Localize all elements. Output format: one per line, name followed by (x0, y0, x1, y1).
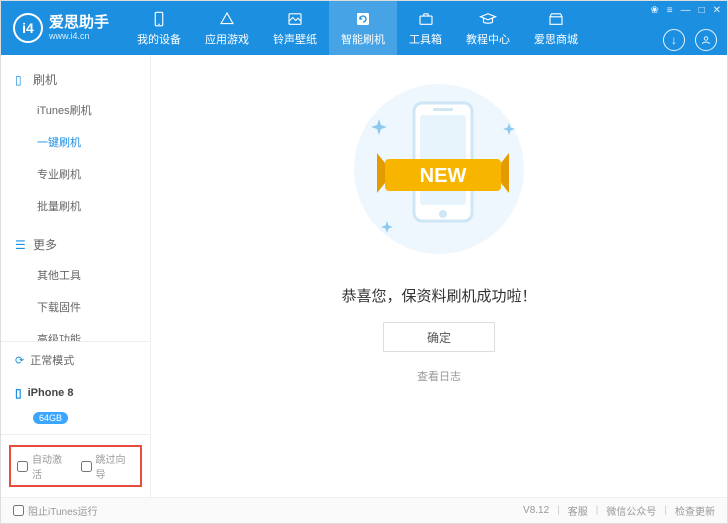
device-name: iPhone 8 (28, 387, 74, 399)
separator: | (596, 505, 599, 516)
sidebar-bottom-options: 自动激活 跳过向导 (1, 434, 150, 497)
skip-wizard-checkbox[interactable]: 跳过向导 (81, 451, 135, 481)
phone-icon (150, 10, 168, 28)
success-illustration: NEW (299, 73, 579, 263)
refresh-icon (354, 10, 372, 28)
version-label: V8.12 (523, 505, 549, 516)
more-icon: ☰ (15, 238, 27, 252)
tab-ring[interactable]: 铃声壁纸 (261, 1, 329, 55)
header-right-icons: ↓ (663, 29, 717, 51)
mode-label: 正常模式 (30, 352, 74, 368)
menu-icon[interactable]: ≡ (667, 5, 673, 16)
sidebar: ▯ 刷机 iTunes刷机 一键刷机 专业刷机 批量刷机 ☰ 更多 其他工具 下… (1, 55, 151, 497)
new-text: NEW (420, 165, 467, 187)
picture-icon (286, 10, 304, 28)
tab-mall-label: 爱思商城 (534, 31, 578, 47)
auto-activate-input[interactable] (17, 461, 28, 472)
ok-button[interactable]: 确定 (383, 322, 495, 352)
sidebar-item-adv[interactable]: 高级功能 (1, 323, 150, 341)
tab-mall[interactable]: 爱思商城 (522, 1, 590, 55)
minimize-button[interactable]: — (681, 5, 691, 16)
graduation-icon (479, 10, 497, 28)
brand-logo: i4 (13, 13, 43, 43)
tab-toolbox-label: 工具箱 (409, 31, 442, 47)
tab-ring-label: 铃声壁纸 (273, 31, 317, 47)
tab-device-label: 我的设备 (137, 31, 181, 47)
window-controls: ❀ ≡ — □ ✕ (650, 5, 721, 16)
wechat-link[interactable]: 微信公众号 (606, 503, 656, 518)
device-storage-badge: 64GB (33, 412, 68, 424)
sidebar-item-other[interactable]: 其他工具 (1, 259, 150, 291)
block-itunes-checkbox[interactable]: 阻止iTunes运行 (13, 503, 98, 518)
tab-apps-label: 应用游戏 (205, 31, 249, 47)
download-icon[interactable]: ↓ (663, 29, 685, 51)
tab-tutorial-label: 教程中心 (466, 31, 510, 47)
sidebar-item-pro[interactable]: 专业刷机 (1, 158, 150, 190)
highlighted-options: 自动激活 跳过向导 (9, 445, 142, 487)
update-link[interactable]: 检查更新 (675, 503, 715, 518)
skip-wizard-label: 跳过向导 (96, 451, 135, 481)
tab-apps[interactable]: 应用游戏 (193, 1, 261, 55)
success-message: 恭喜您，保资料刷机成功啦！ (341, 285, 536, 306)
view-log-link[interactable]: 查看日志 (417, 368, 461, 384)
body: ▯ 刷机 iTunes刷机 一键刷机 专业刷机 批量刷机 ☰ 更多 其他工具 下… (1, 55, 727, 497)
brand-url: www.i4.cn (49, 32, 109, 41)
auto-activate-label: 自动激活 (32, 451, 71, 481)
support-link[interactable]: 客服 (568, 503, 588, 518)
brand-text: 爱思助手 www.i4.cn (49, 15, 109, 41)
device-icon: ▯ (15, 386, 22, 400)
sidebar-item-batch[interactable]: 批量刷机 (1, 190, 150, 222)
auto-activate-checkbox[interactable]: 自动激活 (17, 451, 71, 481)
toolbox-icon (417, 10, 435, 28)
apps-icon (218, 10, 236, 28)
tab-tutorial[interactable]: 教程中心 (454, 1, 522, 55)
title-bar: i4 爱思助手 www.i4.cn 我的设备 应用游戏 铃声壁纸 智能刷机 (1, 1, 727, 55)
top-nav: 我的设备 应用游戏 铃声壁纸 智能刷机 工具箱 教程中心 (125, 1, 590, 55)
mode-row[interactable]: ⟳ 正常模式 (1, 342, 150, 378)
tab-flash[interactable]: 智能刷机 (329, 1, 397, 55)
tab-device[interactable]: 我的设备 (125, 1, 193, 55)
refresh-small-icon: ⟳ (15, 354, 24, 367)
sidebar-section-flash-title: 刷机 (33, 71, 57, 88)
sidebar-section-flash-header: ▯ 刷机 (1, 65, 150, 94)
sidebar-item-fw[interactable]: 下载固件 (1, 291, 150, 323)
shop-icon (547, 10, 565, 28)
brand-name: 爱思助手 (49, 15, 109, 30)
sidebar-item-itunes[interactable]: iTunes刷机 (1, 94, 150, 126)
tab-toolbox[interactable]: 工具箱 (397, 1, 454, 55)
skin-icon[interactable]: ❀ (650, 5, 658, 16)
sidebar-lower: ⟳ 正常模式 ▯ iPhone 8 64GB (1, 341, 150, 434)
skip-wizard-input[interactable] (81, 461, 92, 472)
main-content: NEW 恭喜您，保资料刷机成功啦！ 确定 查看日志 (151, 55, 727, 497)
block-itunes-input[interactable] (13, 505, 24, 516)
status-bar: 阻止iTunes运行 V8.12 | 客服 | 微信公众号 | 检查更新 (1, 497, 727, 523)
separator: | (557, 505, 560, 516)
maximize-button[interactable]: □ (699, 5, 705, 16)
sidebar-section-more-title: 更多 (33, 236, 57, 253)
phone-small-icon: ▯ (15, 73, 27, 87)
separator: | (664, 505, 667, 516)
close-button[interactable]: ✕ (713, 5, 721, 16)
device-row[interactable]: ▯ iPhone 8 (1, 378, 150, 408)
sidebar-section-more-header: ☰ 更多 (1, 230, 150, 259)
user-icon[interactable] (695, 29, 717, 51)
sidebar-item-onekey[interactable]: 一键刷机 (1, 126, 150, 158)
brand: i4 爱思助手 www.i4.cn (1, 13, 121, 43)
tab-flash-label: 智能刷机 (341, 31, 385, 47)
block-itunes-label: 阻止iTunes运行 (28, 503, 98, 518)
